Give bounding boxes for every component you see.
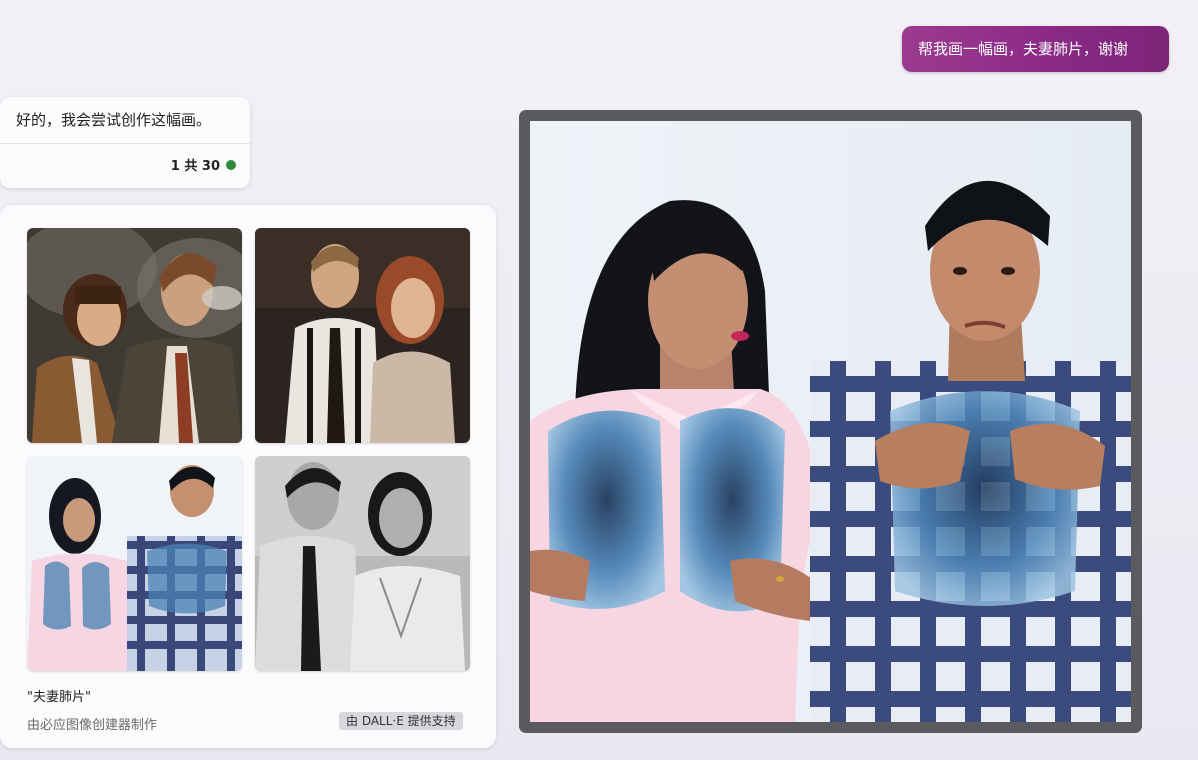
bot-message-bubble: 好的，我会尝试创作这幅画。 1 共 30 bbox=[0, 97, 250, 188]
divider bbox=[0, 143, 250, 144]
selected-image-preview[interactable] bbox=[519, 110, 1142, 733]
image-caption: "夫妻肺片" bbox=[27, 690, 91, 705]
image-thumbnail-4[interactable] bbox=[255, 456, 470, 671]
user-message-bubble: 帮我画一幅画，夫妻肺片，谢谢 bbox=[902, 26, 1169, 72]
status-dot-icon bbox=[226, 159, 236, 170]
thumbnail-2-image bbox=[255, 228, 470, 443]
user-message-text: 帮我画一幅画，夫妻肺片，谢谢 bbox=[918, 40, 1129, 58]
bot-message-text: 好的，我会尝试创作这幅画。 bbox=[16, 111, 212, 129]
image-results-card: "夫妻肺片" 由必应图像创建器制作 由 DALL·E 提供支持 bbox=[0, 205, 496, 748]
selected-image bbox=[530, 121, 1131, 722]
dalle-badge[interactable]: 由 DALL·E 提供支持 bbox=[339, 712, 463, 730]
image-thumbnail-2[interactable] bbox=[255, 228, 470, 443]
thumbnail-1-image bbox=[27, 228, 242, 443]
thumbnail-3-image bbox=[27, 456, 242, 671]
message-counter: 1 共 30 bbox=[171, 155, 236, 174]
thumbnail-4-image bbox=[255, 456, 470, 671]
image-thumbnail-1[interactable] bbox=[27, 228, 242, 443]
message-counter-label: 1 共 30 bbox=[170, 159, 220, 174]
image-thumbnail-3[interactable] bbox=[27, 456, 242, 671]
creator-label[interactable]: 由必应图像创建器制作 bbox=[27, 714, 157, 733]
